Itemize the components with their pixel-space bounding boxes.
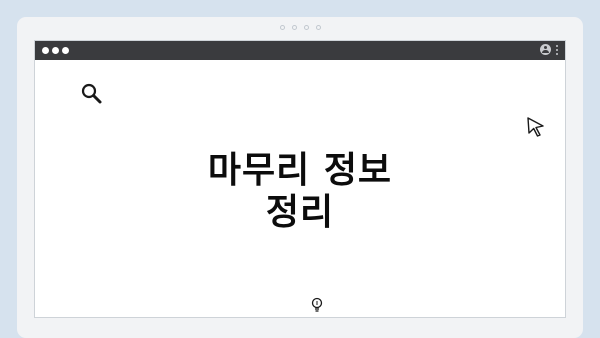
pager-dot[interactable] [291, 25, 297, 30]
window-controls [42, 47, 69, 54]
title-bar-actions [540, 44, 558, 55]
browser-window: 마무리 정보 정리 [34, 40, 566, 318]
kebab-menu-icon[interactable] [556, 44, 558, 55]
pager-dot[interactable] [279, 25, 285, 30]
lightbulb-icon [311, 297, 323, 312]
window-control-dot[interactable] [52, 47, 59, 54]
slide-frame: 마무리 정보 정리 [17, 17, 583, 338]
slide-content: 마무리 정보 정리 [35, 60, 565, 317]
slide-headline: 마무리 정보 정리 [35, 150, 565, 234]
pager-dots [17, 25, 583, 30]
search-icon [81, 83, 102, 104]
window-control-dot[interactable] [62, 47, 69, 54]
pager-dot[interactable] [315, 25, 321, 30]
headline-line-2: 정리 [265, 192, 335, 233]
window-title-bar [35, 41, 565, 60]
user-icon[interactable] [540, 44, 551, 55]
cursor-icon [527, 117, 544, 137]
window-control-dot[interactable] [42, 47, 49, 54]
headline-line-1: 마무리 정보 [207, 150, 393, 191]
pager-dot[interactable] [303, 25, 309, 30]
